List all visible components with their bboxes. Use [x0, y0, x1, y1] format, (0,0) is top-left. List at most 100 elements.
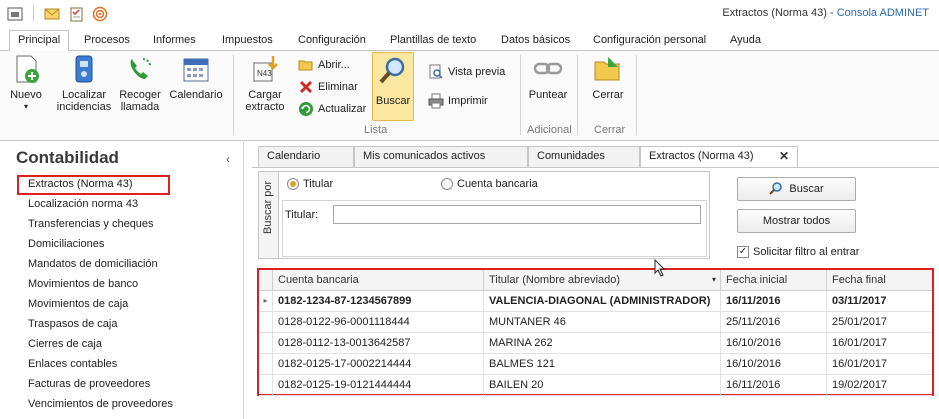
tab-configuracion[interactable]: Configuración: [290, 31, 374, 51]
cerrar-label: Cerrar: [592, 89, 624, 101]
close-tab-icon[interactable]: ✕: [779, 147, 789, 166]
table-row[interactable]: 0182-0125-19-0121444444 BAILEN 20 16/11/…: [259, 375, 932, 396]
vista-previa-button[interactable]: Vista previa: [428, 63, 505, 81]
table-row[interactable]: 0182-0125-17-0002214444 BALMES 121 16/10…: [259, 354, 932, 375]
titular-input[interactable]: [333, 205, 701, 224]
sidebar-item-traspasos-caja[interactable]: Traspasos de caja: [28, 318, 117, 330]
table-row[interactable]: 0128-0122-96-0001118444 MUNTANER 46 25/1…: [259, 312, 932, 333]
search-icon: [769, 181, 783, 198]
tab-principal[interactable]: Principal: [9, 30, 70, 52]
nuevo-label: Nuevo: [10, 89, 42, 101]
radio-titular-label: Titular: [303, 178, 334, 190]
rss-icon[interactable]: [91, 5, 109, 22]
puntear-button[interactable]: Puntear: [526, 53, 570, 101]
current-row-indicator: ▸: [263, 296, 268, 305]
svg-text:N43: N43: [257, 69, 272, 78]
cell-titular: BAILEN 20: [483, 375, 720, 395]
collapse-sidebar-icon[interactable]: ‹: [226, 152, 230, 166]
calendar-icon: [180, 53, 212, 85]
sidebar-item-mandatos[interactable]: Mandatos de domiciliación: [28, 258, 158, 270]
sidebar-item-domiciliaciones[interactable]: Domiciliaciones: [28, 238, 104, 250]
cell-fecha-final: 16/01/2017: [826, 354, 932, 374]
printer-icon: [428, 93, 444, 109]
doc-tab-extractos[interactable]: Extractos (Norma 43) ✕: [640, 146, 798, 167]
mostrar-todos-button[interactable]: Mostrar todos: [737, 209, 856, 233]
radio-cuenta-bancaria[interactable]: Cuenta bancaria: [441, 178, 538, 190]
cerrar-button[interactable]: Cerrar: [588, 53, 628, 101]
recoger-label-2: llamada: [120, 101, 160, 113]
cell-fecha-inicial: 16/10/2016: [720, 333, 826, 353]
buscar-button[interactable]: Buscar: [737, 177, 856, 201]
chain-link-icon: [532, 53, 564, 85]
column-header-titular[interactable]: Titular (Nombre abreviado) ▾: [483, 270, 720, 290]
table-row[interactable]: ▸ 0182-1234-87-1234567899 VALENCIA-DIAGO…: [259, 291, 932, 312]
puntear-label: Puntear: [528, 89, 568, 101]
solicitar-filtro-checkbox[interactable]: ✓ Solicitar filtro al entrar: [737, 246, 859, 258]
doc-tab-mis-comunicados[interactable]: Mis comunicados activos: [354, 146, 528, 167]
tab-configuracion-personal[interactable]: Configuración personal: [585, 31, 714, 51]
cell-fecha-inicial: 16/11/2016: [720, 291, 826, 311]
toolbar-separator: [33, 5, 34, 21]
ribbon-tabs: Principal Procesos Informes Impuestos Co…: [0, 27, 939, 52]
app-name: Consola ADMINET: [836, 7, 929, 19]
search-group-label-text: Buscar por: [262, 180, 274, 234]
radio-cuenta-dot[interactable]: [441, 178, 453, 190]
cell-cuenta: 0182-0125-17-0002214444: [272, 354, 483, 374]
sidebar-item-movimientos-banco[interactable]: Movimientos de banco: [28, 278, 138, 290]
tab-ayuda[interactable]: Ayuda: [722, 31, 769, 51]
search-icon: [377, 55, 409, 87]
solicitar-filtro-check[interactable]: ✓: [737, 246, 749, 258]
radio-cuenta-label: Cuenta bancaria: [457, 178, 538, 190]
tab-plantillas-de-texto[interactable]: Plantillas de texto: [382, 31, 484, 51]
tab-informes[interactable]: Informes: [145, 31, 204, 51]
abrir-label: Abrir...: [318, 59, 350, 71]
eliminar-label: Eliminar: [318, 81, 358, 93]
radio-titular[interactable]: Titular: [287, 178, 333, 190]
cargar-extracto-button[interactable]: N43 Cargar extracto: [240, 53, 290, 113]
localizar-incidencias-button[interactable]: Localizar incidencias: [56, 53, 112, 113]
tab-procesos[interactable]: Procesos: [76, 31, 138, 51]
radio-titular-dot[interactable]: [287, 178, 299, 190]
buscar-ribbon-button[interactable]: Buscar: [372, 52, 414, 121]
cell-titular: MUNTANER 46: [483, 312, 720, 332]
cell-fecha-inicial: 25/11/2016: [720, 312, 826, 332]
sidebar-item-localizacion-norma-43[interactable]: Localización norma 43: [28, 198, 138, 210]
column-header-fecha-final[interactable]: Fecha final: [826, 270, 932, 290]
sidebar-item-transferencias[interactable]: Transferencias y cheques: [28, 218, 154, 230]
sidebar-item-extractos[interactable]: Extractos (Norma 43): [28, 178, 133, 190]
cell-fecha-inicial: 16/11/2016: [720, 375, 826, 395]
nuevo-button[interactable]: Nuevo ▾: [6, 53, 46, 113]
doc-tab-calendario[interactable]: Calendario: [258, 146, 354, 167]
column-header-fecha-inicial[interactable]: Fecha inicial: [720, 270, 826, 290]
cell-fecha-inicial: 16/10/2016: [720, 354, 826, 374]
sidebar-item-movimientos-caja[interactable]: Movimientos de caja: [28, 298, 128, 310]
sidebar-item-vencimientos-proveedores[interactable]: Vencimientos de proveedores: [28, 398, 173, 410]
cell-cuenta: 0128-0122-96-0001118444: [272, 312, 483, 332]
actualizar-button[interactable]: Actualizar: [298, 100, 366, 118]
column-header-cuenta[interactable]: Cuenta bancaria: [272, 270, 483, 290]
group-label-lista: Lista: [364, 124, 388, 136]
table-row[interactable]: 0128-0112-13-0013642587 MARINA 262 16/10…: [259, 333, 932, 354]
cell-fecha-final: 25/01/2017: [826, 312, 932, 332]
actualizar-label: Actualizar: [318, 103, 367, 115]
recoger-llamada-button[interactable]: Recoger llamada: [116, 53, 164, 113]
abrir-button[interactable]: Abrir...: [298, 56, 350, 74]
column-header-titular-label: Titular (Nombre abreviado): [489, 274, 621, 286]
cell-titular: BALMES 121: [483, 354, 720, 374]
app-menu-icon[interactable]: [6, 5, 24, 22]
title-bar: Extractos (Norma 43) - Consola ADMINET: [0, 0, 939, 27]
mail-icon[interactable]: [43, 5, 61, 22]
tab-datos-basicos[interactable]: Datos básicos: [493, 31, 578, 51]
imprimir-button[interactable]: Imprimir: [428, 92, 488, 110]
imprimir-label: Imprimir: [448, 95, 488, 107]
doc-tab-comunidades[interactable]: Comunidades: [528, 146, 640, 167]
calendario-button[interactable]: Calendario: [168, 53, 224, 101]
eliminar-button[interactable]: Eliminar: [298, 78, 358, 96]
sidebar-item-enlaces-contables[interactable]: Enlaces contables: [28, 358, 117, 370]
folder-open-icon: [298, 57, 314, 73]
sidebar-item-cierres-caja[interactable]: Cierres de caja: [28, 338, 102, 350]
sidebar-item-facturas-proveedores[interactable]: Facturas de proveedores: [28, 378, 150, 390]
document-tabs: Calendario Mis comunicados activos Comun…: [252, 146, 939, 167]
tab-impuestos[interactable]: Impuestos: [214, 31, 281, 51]
checklist-icon[interactable]: [67, 5, 85, 22]
